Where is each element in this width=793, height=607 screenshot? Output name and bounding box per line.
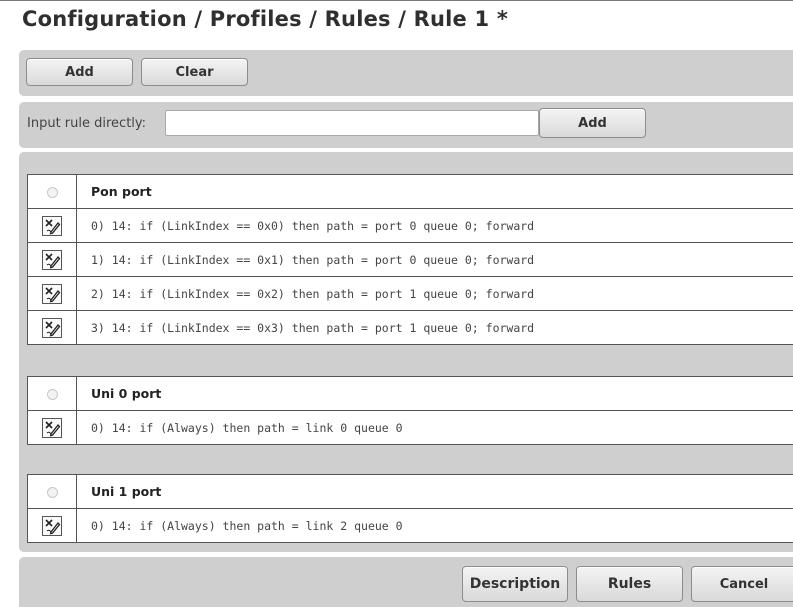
rule-text: 0) 14: if (Always) then path = link 2 qu… — [77, 509, 793, 543]
rule-row[interactable]: 0) 14: if (Always) then path = link 2 qu… — [28, 509, 793, 543]
uni-1-port-table: Uni 1 port0) 14: if (Always) then path =… — [27, 474, 793, 543]
rule-row[interactable]: 3) 14: if (LinkIndex == 0x3) then path =… — [28, 311, 793, 345]
add-button[interactable]: Add — [26, 58, 133, 86]
group-radio-button[interactable] — [47, 487, 58, 498]
toolbar: Add Clear — [19, 50, 793, 96]
rule-action-cell — [28, 209, 77, 243]
group-select-cell — [28, 175, 77, 209]
rule-text: 3) 14: if (LinkIndex == 0x3) then path =… — [77, 311, 793, 345]
rule-text: 2) 14: if (LinkIndex == 0x2) then path =… — [77, 277, 793, 311]
rule-action-cell — [28, 243, 77, 277]
edit-icon[interactable] — [42, 284, 62, 304]
rule-text: 0) 14: if (Always) then path = link 0 qu… — [77, 411, 793, 445]
clear-button[interactable]: Clear — [141, 58, 248, 86]
cancel-button[interactable]: Cancel — [691, 566, 793, 602]
rules-button[interactable]: Rules — [576, 566, 683, 602]
input-rule-label: Input rule directly: — [27, 116, 146, 131]
edit-icon[interactable] — [42, 516, 62, 536]
rule-action-cell — [28, 277, 77, 311]
group-radio-button[interactable] — [47, 389, 58, 400]
edit-icon[interactable] — [42, 318, 62, 338]
rule-action-cell — [28, 411, 77, 445]
uni-0-port-table: Uni 0 port0) 14: if (Always) then path =… — [27, 376, 793, 445]
rule-input[interactable] — [165, 110, 539, 136]
page-title: Configuration / Profiles / Rules / Rule … — [22, 7, 508, 31]
input-rule-bar: Input rule directly: Add — [19, 102, 793, 148]
group-select-cell — [28, 475, 77, 509]
description-button[interactable]: Description — [462, 566, 568, 602]
top-divider — [0, 0, 793, 1]
rule-row[interactable]: 0) 14: if (Always) then path = link 0 qu… — [28, 411, 793, 445]
edit-icon[interactable] — [42, 216, 62, 236]
rule-row[interactable]: 0) 14: if (LinkIndex == 0x0) then path =… — [28, 209, 793, 243]
pon-port-table: Pon port0) 14: if (LinkIndex == 0x0) the… — [27, 174, 793, 345]
rules-panel: Pon port0) 14: if (LinkIndex == 0x0) the… — [19, 152, 793, 552]
rule-text: 1) 14: if (LinkIndex == 0x1) then path =… — [77, 243, 793, 277]
edit-icon[interactable] — [42, 418, 62, 438]
group-header-row: Uni 0 port — [28, 377, 793, 411]
rule-action-cell — [28, 509, 77, 543]
group-header-row: Pon port — [28, 175, 793, 209]
group-radio-button[interactable] — [47, 187, 58, 198]
group-select-cell — [28, 377, 77, 411]
group-header: Uni 1 port — [77, 475, 793, 509]
rule-action-cell — [28, 311, 77, 345]
add-rule-button[interactable]: Add — [539, 108, 646, 138]
group-header-row: Uni 1 port — [28, 475, 793, 509]
rule-row[interactable]: 1) 14: if (LinkIndex == 0x1) then path =… — [28, 243, 793, 277]
group-header: Uni 0 port — [77, 377, 793, 411]
edit-icon[interactable] — [42, 250, 62, 270]
group-header: Pon port — [77, 175, 793, 209]
rule-text: 0) 14: if (LinkIndex == 0x0) then path =… — [77, 209, 793, 243]
rule-row[interactable]: 2) 14: if (LinkIndex == 0x2) then path =… — [28, 277, 793, 311]
